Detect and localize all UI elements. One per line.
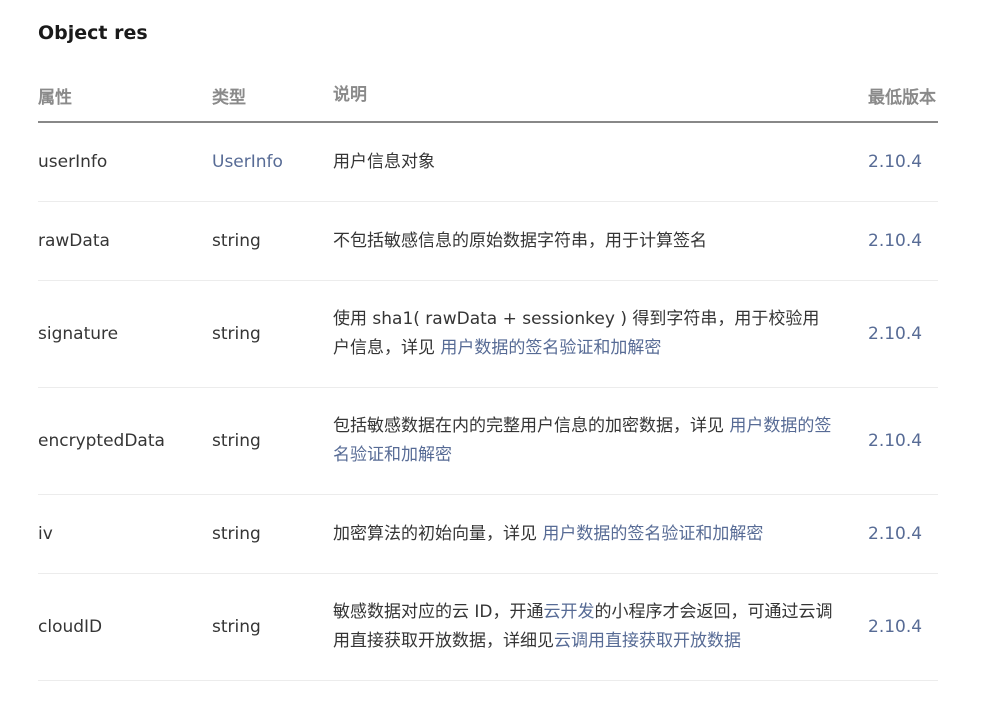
- attr-name: rawData: [38, 231, 110, 251]
- table-row: signature string 使用 sha1( rawData + sess…: [38, 281, 938, 388]
- version-link[interactable]: 2.10.4: [868, 431, 922, 451]
- version-link[interactable]: 2.10.4: [868, 152, 922, 172]
- attr-name: iv: [38, 524, 53, 544]
- description-text: 包括敏感数据在内的完整用户信息的加密数据，详见: [333, 416, 730, 436]
- type-link[interactable]: UserInfo: [212, 152, 283, 172]
- header-type: 类型: [212, 88, 246, 108]
- type-text: string: [212, 617, 261, 637]
- header-version: 最低版本: [868, 88, 936, 108]
- description-text: 不包括敏感信息的原始数据字符串，用于计算签名: [333, 230, 707, 251]
- section-title: Object res: [38, 22, 148, 44]
- version-link[interactable]: 2.10.4: [868, 617, 922, 637]
- version-link[interactable]: 2.10.4: [868, 231, 922, 251]
- attr-name: cloudID: [38, 617, 103, 637]
- type-text: string: [212, 431, 261, 451]
- table-row: userInfo UserInfo 用户信息对象 2.10.4: [38, 123, 938, 202]
- description: 敏感数据对应的云 ID，开通云开发的小程序才会返回，可通过云调用直接获取开放数据…: [333, 598, 833, 656]
- version-link[interactable]: 2.10.4: [868, 324, 922, 344]
- description: 不包括敏感信息的原始数据字符串，用于计算签名: [333, 227, 833, 256]
- description: 包括敏感数据在内的完整用户信息的加密数据，详见 用户数据的签名验证和加解密: [333, 412, 833, 470]
- description-text: 敏感数据对应的云 ID，开通: [333, 602, 544, 622]
- description: 用户信息对象: [333, 148, 833, 177]
- table-header: 属性 类型 说明 最低版本: [38, 70, 938, 123]
- description: 使用 sha1( rawData + sessionkey ) 得到字符串，用于…: [333, 305, 833, 363]
- params-table: 属性 类型 说明 最低版本 userInfo UserInfo 用户信息对象 2…: [38, 70, 938, 681]
- cloud-call-link[interactable]: 云调用直接获取开放数据: [554, 631, 741, 651]
- description: 加密算法的初始向量，详见 用户数据的签名验证和加解密: [333, 520, 833, 549]
- signature-doc-link[interactable]: 用户数据的签名验证和加解密: [542, 524, 763, 544]
- type-text: string: [212, 231, 261, 251]
- cloud-dev-link[interactable]: 云开发: [544, 602, 595, 622]
- attr-name: userInfo: [38, 152, 108, 172]
- table-row: cloudID string 敏感数据对应的云 ID，开通云开发的小程序才会返回…: [38, 574, 938, 681]
- table-row: encryptedData string 包括敏感数据在内的完整用户信息的加密数…: [38, 388, 938, 495]
- signature-doc-link[interactable]: 用户数据的签名验证和加解密: [440, 338, 661, 358]
- table-row: rawData string 不包括敏感信息的原始数据字符串，用于计算签名 2.…: [38, 202, 938, 281]
- header-attr: 属性: [38, 88, 72, 108]
- version-link[interactable]: 2.10.4: [868, 524, 922, 544]
- attr-name: encryptedData: [38, 431, 165, 451]
- attr-name: signature: [38, 324, 119, 344]
- header-desc: 说明: [333, 85, 367, 105]
- description-text: 用户信息对象: [333, 151, 435, 172]
- description-text: 加密算法的初始向量，详见: [333, 523, 543, 544]
- type-text: string: [212, 524, 261, 544]
- type-text: string: [212, 324, 261, 344]
- table-row: iv string 加密算法的初始向量，详见 用户数据的签名验证和加解密 2.1…: [38, 495, 938, 574]
